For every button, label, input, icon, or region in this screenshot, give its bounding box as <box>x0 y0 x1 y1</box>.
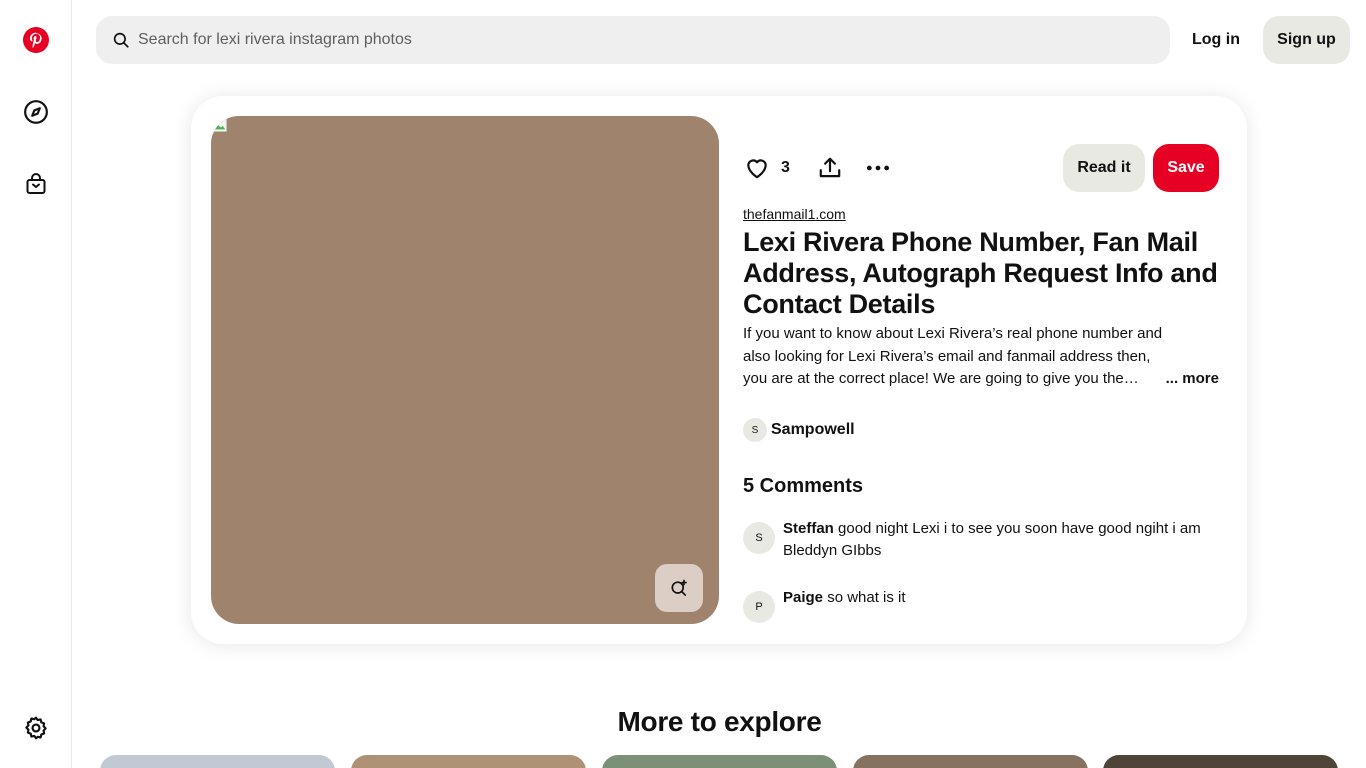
pin-image[interactable] <box>211 116 719 624</box>
heart-icon <box>747 159 767 179</box>
comment-item: S Steffan good night Lexi i to see you s… <box>743 518 1223 562</box>
explore-pin-tile[interactable] <box>100 755 335 768</box>
like-count: 3 <box>781 159 790 176</box>
comment-author[interactable]: Steffan <box>783 520 834 537</box>
comment-item: P Paige so what is it <box>743 587 1223 623</box>
creator-name[interactable]: Sampowell <box>771 421 855 439</box>
like-button[interactable] <box>743 154 771 182</box>
search-icon <box>113 32 129 48</box>
comments-heading[interactable]: 5 Comments <box>743 475 863 498</box>
comment-message: so what is it <box>823 589 906 606</box>
explore-pin-tile[interactable] <box>1103 755 1338 768</box>
explore-pin-tile[interactable] <box>351 755 586 768</box>
pin-description-text: If you want to know about Lexi Rivera’s … <box>743 325 1163 387</box>
save-button[interactable]: Save <box>1153 144 1219 192</box>
share-icon <box>819 157 841 178</box>
comment-author[interactable]: Paige <box>783 589 823 606</box>
avatar: S <box>743 418 767 442</box>
compass-icon[interactable] <box>12 88 60 136</box>
pin-action-bar: 3 <box>743 144 892 192</box>
more-options-button[interactable] <box>864 154 892 182</box>
visual-search-icon <box>671 579 687 596</box>
left-rail <box>0 0 72 768</box>
broken-image-icon <box>213 118 227 132</box>
share-button[interactable] <box>816 154 844 182</box>
pin-description: If you want to know about Lexi Rivera’s … <box>743 323 1221 391</box>
comment-text: Paige so what is it <box>783 587 906 623</box>
comment-message: good night Lexi i to see you soon have g… <box>783 520 1201 559</box>
explore-pin-tile[interactable] <box>602 755 837 768</box>
search-input[interactable] <box>138 31 1138 49</box>
shopping-bag-icon[interactable] <box>12 160 60 208</box>
explore-pin-tile[interactable] <box>853 755 1088 768</box>
read-it-button[interactable]: Read it <box>1063 144 1145 192</box>
search-bar[interactable] <box>96 16 1170 64</box>
avatar[interactable]: S <box>743 522 775 554</box>
source-link[interactable]: thefanmail1.com <box>743 206 846 222</box>
login-button[interactable]: Log in <box>1180 16 1252 64</box>
pinterest-logo-icon[interactable] <box>12 16 60 64</box>
settings-gear-icon[interactable] <box>12 704 60 752</box>
more-link[interactable]: ... more <box>1163 368 1219 391</box>
visual-search-button[interactable] <box>655 564 703 612</box>
creator-profile[interactable]: S Sampowell <box>743 418 855 442</box>
pin-title: Lexi Rivera Phone Number, Fan Mail Addre… <box>743 227 1218 319</box>
pin-closeup-card: 3 Read it Save thefanmail1.com Lexi Rive… <box>191 96 1247 644</box>
avatar[interactable]: P <box>743 591 775 623</box>
signup-button[interactable]: Sign up <box>1263 16 1350 64</box>
comment-text: Steffan good night Lexi i to see you soo… <box>783 518 1223 562</box>
more-to-explore-heading: More to explore <box>617 706 822 737</box>
ellipsis-icon <box>866 165 889 171</box>
